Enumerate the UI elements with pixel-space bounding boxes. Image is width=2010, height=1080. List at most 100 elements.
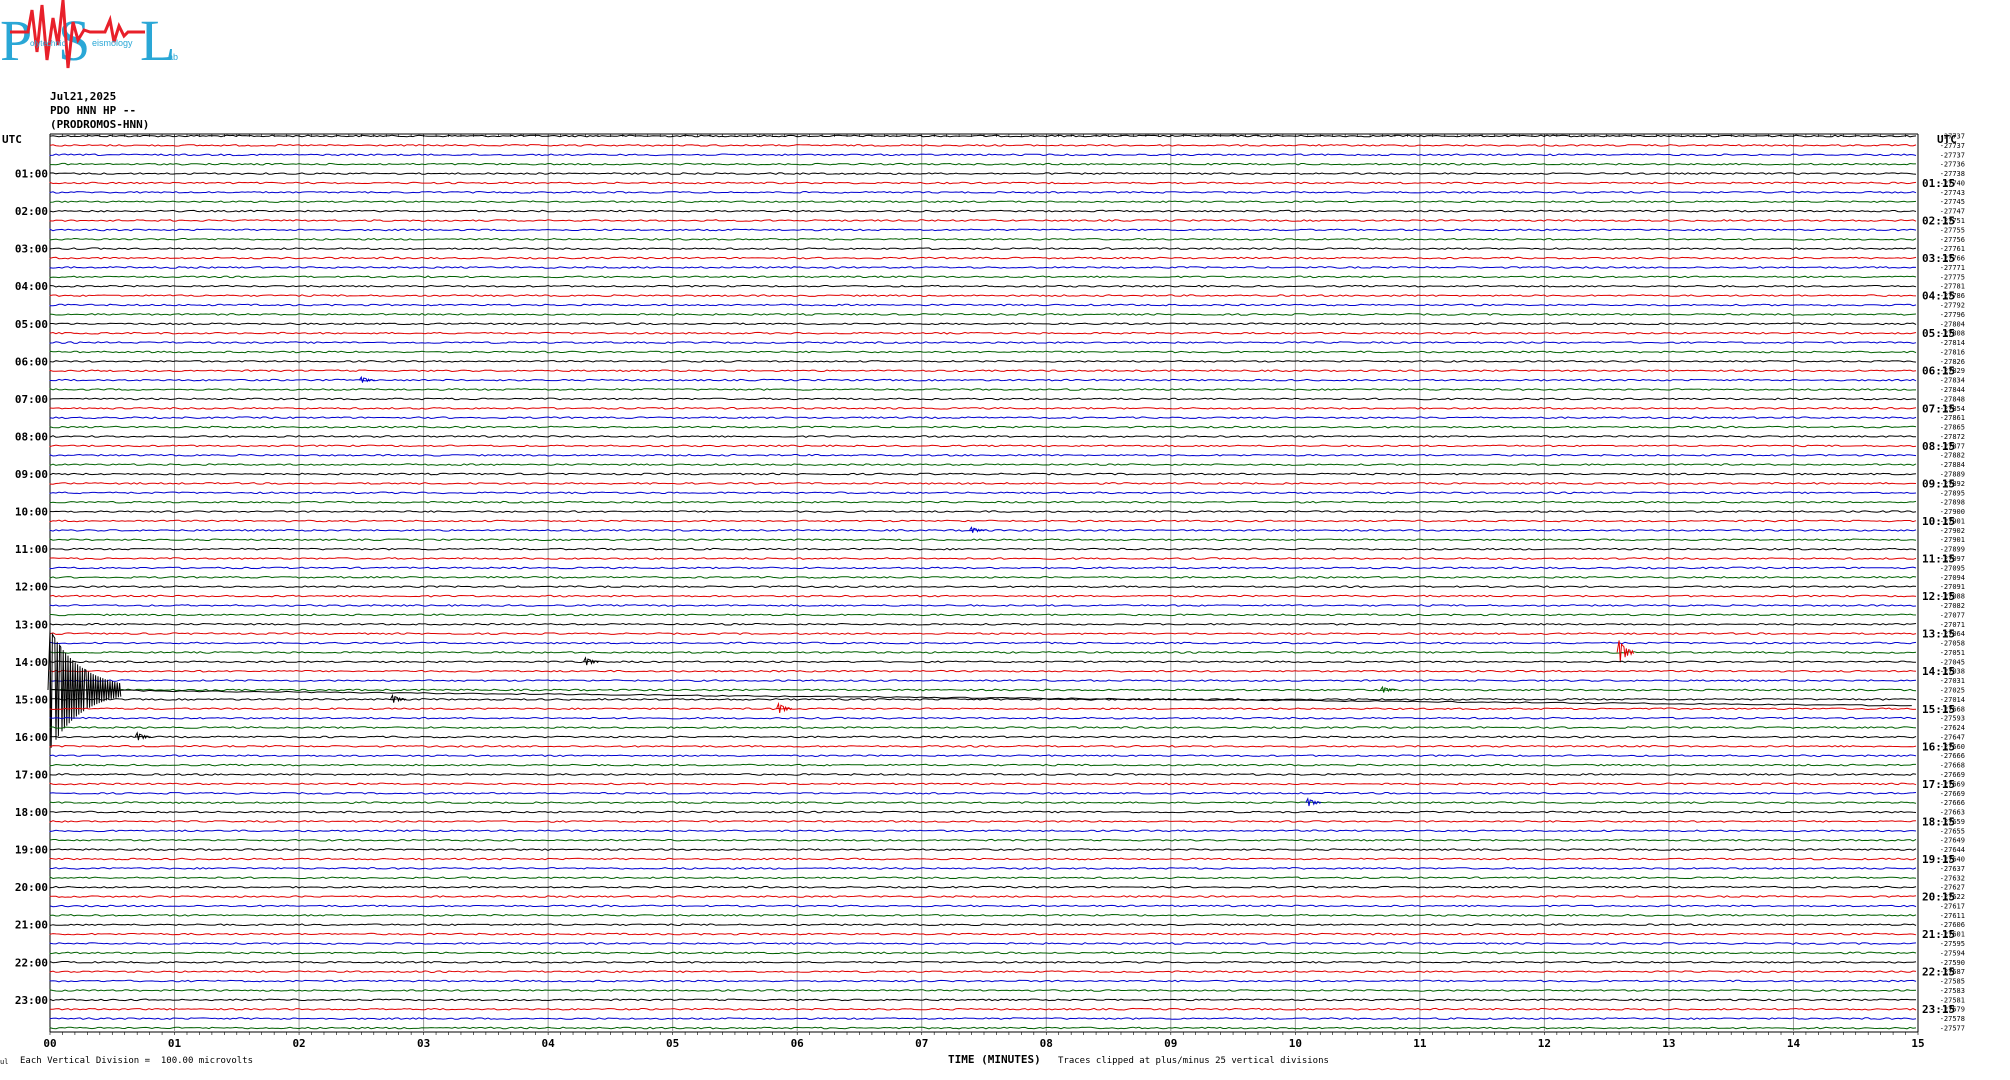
trace-offset-label: -27611: [1940, 912, 1965, 920]
trace-offset-label: -27666: [1940, 752, 1965, 760]
trace-line: [49, 904, 1917, 908]
trace-offset-label: -27816: [1940, 348, 1965, 356]
seismic-event: [1380, 685, 1396, 693]
trace-line: [49, 313, 1917, 316]
trace-line: [49, 557, 1917, 560]
x-tick-label: 03: [417, 1037, 430, 1050]
trace-line: [49, 519, 1917, 523]
right-hour-label: 13:15: [1922, 628, 1955, 641]
right-hour-label: 18:15: [1922, 815, 1955, 828]
seismic-event: [583, 656, 600, 666]
trace-offset-label: -27025: [1940, 686, 1965, 694]
trace-line: [49, 829, 1917, 833]
x-tick-label: 06: [791, 1037, 805, 1050]
x-tick-label: 07: [915, 1037, 928, 1050]
left-hour-label: 02:00: [15, 205, 48, 218]
trace-line: [49, 416, 1917, 420]
trace-line: [49, 782, 1917, 786]
trace-offset-label: -27902: [1940, 527, 1965, 535]
trace-offset-label: -27617: [1940, 902, 1965, 910]
trace-line: [50, 1007, 1917, 1011]
trace-line: [49, 754, 1917, 758]
trace-line: [49, 472, 1917, 476]
trace-offset-label: -27895: [1940, 489, 1965, 497]
left-hour-label: 07:00: [15, 393, 48, 406]
trace-line: [49, 247, 1917, 251]
x-tick-label: 00: [43, 1037, 56, 1050]
trace-line: [49, 970, 1917, 974]
trace-line: [49, 322, 1917, 326]
trace-line: [49, 838, 1917, 842]
x-tick-label: 10: [1289, 1037, 1302, 1050]
trace-line: [49, 144, 1917, 147]
trace-offset-label: -27649: [1940, 837, 1965, 845]
trace-offset-label: -27637: [1940, 865, 1965, 873]
event-tail: [49, 689, 1912, 707]
trace-line: [49, 200, 1917, 204]
trace-offset-label: -27051: [1940, 649, 1965, 657]
right-hour-label: 10:15: [1922, 515, 1955, 528]
trace-line: [49, 341, 1917, 344]
x-tick-label: 09: [1164, 1037, 1177, 1050]
trace-line: [49, 848, 1917, 851]
trace-line: [49, 266, 1917, 269]
trace-line: [49, 688, 1917, 692]
trace-line: [49, 998, 1917, 1002]
seismic-event: [1305, 797, 1322, 807]
logo-letter-p: P: [0, 8, 32, 73]
left-hour-label: 17:00: [15, 768, 48, 781]
trace-offset-label: -27666: [1940, 799, 1965, 807]
x-tick-label: 15: [1911, 1037, 1924, 1050]
trace-offset-label: -27792: [1940, 302, 1965, 310]
trace-line: [49, 162, 1916, 166]
trace-line: [49, 294, 1917, 297]
header-name: (PRODROMOS-HNN): [50, 118, 150, 131]
seismic-event: [134, 731, 151, 741]
trace-offset-label: -27861: [1940, 414, 1965, 422]
right-hour-label: 01:15: [1922, 177, 1955, 190]
seismic-event: [47, 629, 122, 748]
trace-line: [49, 350, 1917, 354]
trace-line: [49, 369, 1917, 373]
x-tick-label: 01: [168, 1037, 182, 1050]
left-hour-label: 14:00: [15, 656, 48, 669]
right-hour-label: 04:15: [1922, 290, 1955, 303]
seismogram-chart: 00 01 02 03 04 05 06 07 08 09 10 11 12 13 14 15 -27737 -2…: [2, 133, 1965, 1051]
trace-line: [49, 219, 1917, 222]
trace-line: [49, 303, 1917, 307]
seismic-event: [969, 526, 985, 533]
trace-line: [49, 660, 1917, 664]
trace-line: [49, 444, 1917, 448]
trace-line: [49, 500, 1917, 504]
trace-line: [49, 575, 1917, 579]
trace-line: [49, 463, 1917, 467]
left-hour-label: 13:00: [15, 618, 48, 631]
right-hour-label: 07:15: [1922, 402, 1955, 415]
trace-line: [49, 895, 1917, 898]
trace-line: [49, 698, 1917, 701]
left-hour-label: 08:00: [15, 430, 48, 443]
trace-line: [49, 331, 1917, 335]
trace-line: [49, 810, 1917, 814]
right-hour-label: 21:15: [1922, 928, 1955, 941]
trace-offset-label: -27593: [1940, 715, 1965, 723]
x-tick-label: 05: [666, 1037, 679, 1050]
trace-line: [49, 820, 1917, 823]
seismic-event: [390, 693, 407, 703]
right-hour-label: 11:15: [1922, 553, 1955, 566]
trace-offset-label: -27882: [1940, 452, 1965, 460]
trace-offset-label: -27031: [1940, 677, 1965, 685]
trace-line: [49, 876, 1917, 880]
trace-line: [49, 763, 1916, 767]
right-hour-label: 08:15: [1922, 440, 1955, 453]
trace-line: [49, 1026, 1917, 1030]
trace-offset-label: -27775: [1940, 273, 1965, 281]
trace-line: [49, 406, 1917, 410]
trace-offset-label: -27594: [1940, 949, 1965, 957]
trace-line: [49, 134, 1917, 138]
trace-line: [49, 256, 1917, 260]
trace-line: [49, 913, 1917, 917]
trace-line: [49, 397, 1917, 401]
trace-line: [49, 960, 1917, 964]
trace-line: [49, 491, 1917, 495]
